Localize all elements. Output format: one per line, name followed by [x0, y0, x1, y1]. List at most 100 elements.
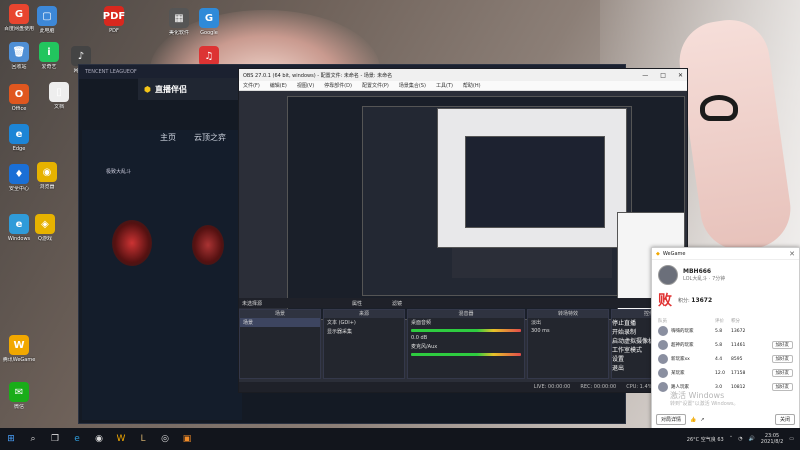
- no-source-label: 未选择源: [242, 300, 263, 307]
- app-icon: O: [9, 84, 29, 104]
- source-item[interactable]: 显示器采集: [324, 327, 404, 336]
- add-friend-button[interactable]: 加好友: [771, 341, 793, 349]
- app-icon: e: [9, 214, 29, 234]
- player-score: 17158: [731, 370, 746, 376]
- result-badge: 败: [658, 293, 672, 309]
- menu-item[interactable]: 配置文件(P): [362, 82, 389, 89]
- table-row: 新玩家xx 4.4 8595 加好友: [652, 352, 799, 366]
- match-info: LOL大乱斗 · 7分钟: [683, 276, 726, 282]
- volume-icon[interactable]: 🔊: [749, 436, 755, 442]
- app-icon: ♫: [199, 46, 219, 66]
- add-friend-button[interactable]: 加好友: [771, 383, 793, 391]
- league-taskbar-icon[interactable]: L: [132, 428, 154, 450]
- desktop-shortcut-label: 文档: [53, 104, 64, 110]
- desktop-shortcut[interactable]: ✉ 微信: [2, 382, 36, 410]
- transition-select[interactable]: 淡出: [528, 318, 608, 327]
- desktop-shortcut-label: 腾讯WeGame: [2, 357, 36, 363]
- app-icon: ▢: [37, 6, 57, 26]
- obs-window[interactable]: OBS 27.0.1 (64 bit, windows) - 配置文件: 未命名…: [238, 68, 688, 393]
- transitions-panel: 转场特效 淡出 300 ms: [527, 309, 609, 379]
- desktop-shortcut[interactable]: G Google: [192, 8, 226, 36]
- desktop-shortcut[interactable]: ◉ 浏览器: [30, 162, 64, 190]
- menu-item[interactable]: 工具(T): [436, 82, 453, 89]
- maximize-icon[interactable]: □: [660, 72, 666, 79]
- desktop-shortcut[interactable]: ▯ 文档: [42, 82, 76, 110]
- add-friend-button[interactable]: 加好友: [771, 355, 793, 363]
- obs-preview[interactable]: [287, 96, 685, 320]
- search-icon[interactable]: ⌕: [22, 428, 44, 450]
- scenes-panel: 场景 场景: [239, 309, 321, 379]
- desktop-shortcut[interactable]: O Office: [2, 84, 36, 112]
- scene-item[interactable]: 场景: [240, 318, 320, 327]
- activation-watermark: 激活 Windows 转到"设置"以激活 Windows。: [670, 392, 739, 408]
- desktop-shortcut[interactable]: e Edge: [2, 124, 36, 152]
- score-label: 积分:: [678, 297, 690, 304]
- menu-item[interactable]: 帮助(H): [463, 82, 481, 89]
- desktop-shortcut[interactable]: ▢ 此电脑: [30, 6, 64, 34]
- table-row: 超神的玩家 5.8 11461 加好友: [652, 338, 799, 352]
- source-item[interactable]: 文本 (GDI+): [324, 318, 404, 327]
- obs-source-toolbar: 未选择源 属性 滤镜: [239, 298, 687, 308]
- wallpaper-ribbon: [700, 95, 738, 121]
- add-friend-button[interactable]: 加好友: [771, 369, 793, 377]
- network-icon[interactable]: ◔: [738, 436, 742, 442]
- desktop-shortcut-label: 微信: [13, 404, 24, 410]
- mixer-track-label: 桌面音频: [411, 320, 432, 326]
- tray-chevron-icon[interactable]: ˄: [730, 436, 733, 442]
- minimize-icon[interactable]: —: [642, 72, 648, 79]
- app-icon: ✉: [9, 382, 29, 402]
- mixer-track-label: 麦克风/Aux: [411, 344, 438, 350]
- thumbs-up-icon[interactable]: 👍: [690, 417, 696, 423]
- clock[interactable]: 23:05 2021/8/2: [761, 433, 783, 445]
- edge-icon[interactable]: e: [66, 428, 88, 450]
- live-companion-bar[interactable]: ⬢ 直播伴侣: [138, 78, 250, 100]
- close-icon[interactable]: ✕: [678, 72, 683, 79]
- rec-time: REC: 00:00:00: [580, 384, 617, 390]
- player-name: 新玩家xx: [671, 357, 690, 362]
- close-button[interactable]: 关闭: [774, 414, 795, 425]
- start-icon[interactable]: ⊞: [0, 428, 22, 450]
- wegame-footer: 对局详情 👍 ↗ 关闭: [656, 414, 795, 425]
- player-score: 11461: [731, 342, 746, 348]
- wegame-user: MBH666 LOL大乱斗 · 7分钟: [652, 260, 799, 290]
- desktop-shortcut-label: Edge: [12, 146, 26, 152]
- menu-item[interactable]: 编辑(E): [270, 82, 287, 89]
- obs-titlebar: OBS 27.0.1 (64 bit, windows) - 配置文件: 未命名…: [239, 69, 687, 81]
- audio-meter: [411, 329, 521, 332]
- player-rating: 5.8: [715, 342, 723, 348]
- menu-item[interactable]: 文件(F): [243, 82, 260, 89]
- table-row: 某玩家 12.0 17158 加好友: [652, 366, 799, 380]
- obs-title: OBS 27.0.1 (64 bit, windows) - 配置文件: 未命名…: [243, 72, 393, 79]
- desktop-shortcut[interactable]: PDF PDF: [97, 6, 131, 34]
- task-view-icon[interactable]: ❐: [44, 428, 66, 450]
- menu-item[interactable]: 场景集合(S): [399, 82, 426, 89]
- menu-item[interactable]: 视图(V): [297, 82, 314, 89]
- desktop-shortcut[interactable]: 🗑 回收站: [2, 42, 36, 70]
- share-icon[interactable]: ↗: [700, 417, 704, 423]
- menu-item[interactable]: 停靠部件(D): [324, 82, 352, 89]
- scenes-panel-title: 场景: [240, 310, 320, 318]
- tab-home[interactable]: 主页: [160, 132, 176, 143]
- tab-tft[interactable]: 云顶之弈: [194, 132, 226, 143]
- obs-taskbar-icon[interactable]: ◎: [154, 428, 176, 450]
- desktop-shortcut-label: Google: [200, 30, 218, 36]
- avatar: [658, 368, 668, 378]
- taskbar: ⊞ ⌕ ❐ e ◉ W L ◎ ▣ 26°C 空气良 63 ˄ ◔ 🔊 23:0…: [0, 428, 800, 450]
- properties-button[interactable]: 属性: [352, 300, 362, 307]
- col-header: 评价: [715, 319, 724, 324]
- app-taskbar-icon[interactable]: ▣: [176, 428, 198, 450]
- obs-taskbar-icon[interactable]: ◉: [88, 428, 110, 450]
- notification-icon[interactable]: ▭: [789, 436, 794, 442]
- transition-duration[interactable]: 300 ms: [528, 327, 608, 335]
- filters-button[interactable]: 滤镜: [392, 300, 402, 307]
- match-detail-button[interactable]: 对局详情: [656, 414, 687, 425]
- desktop-shortcut[interactable]: ◈ Q游戏: [28, 214, 62, 242]
- weather-widget[interactable]: 26°C 空气良 63: [687, 436, 724, 443]
- watermark-line: 激活 Windows: [670, 391, 725, 400]
- app-icon: ▦: [169, 8, 189, 28]
- desktop-shortcut[interactable]: W 腾讯WeGame: [2, 335, 36, 363]
- desktop-shortcut[interactable]: ▦ 美化软件: [162, 8, 196, 36]
- wegame-taskbar-icon[interactable]: W: [110, 428, 132, 450]
- close-icon[interactable]: ✕: [789, 250, 795, 258]
- desktop-shortcut[interactable]: i 爱奇艺: [32, 42, 66, 70]
